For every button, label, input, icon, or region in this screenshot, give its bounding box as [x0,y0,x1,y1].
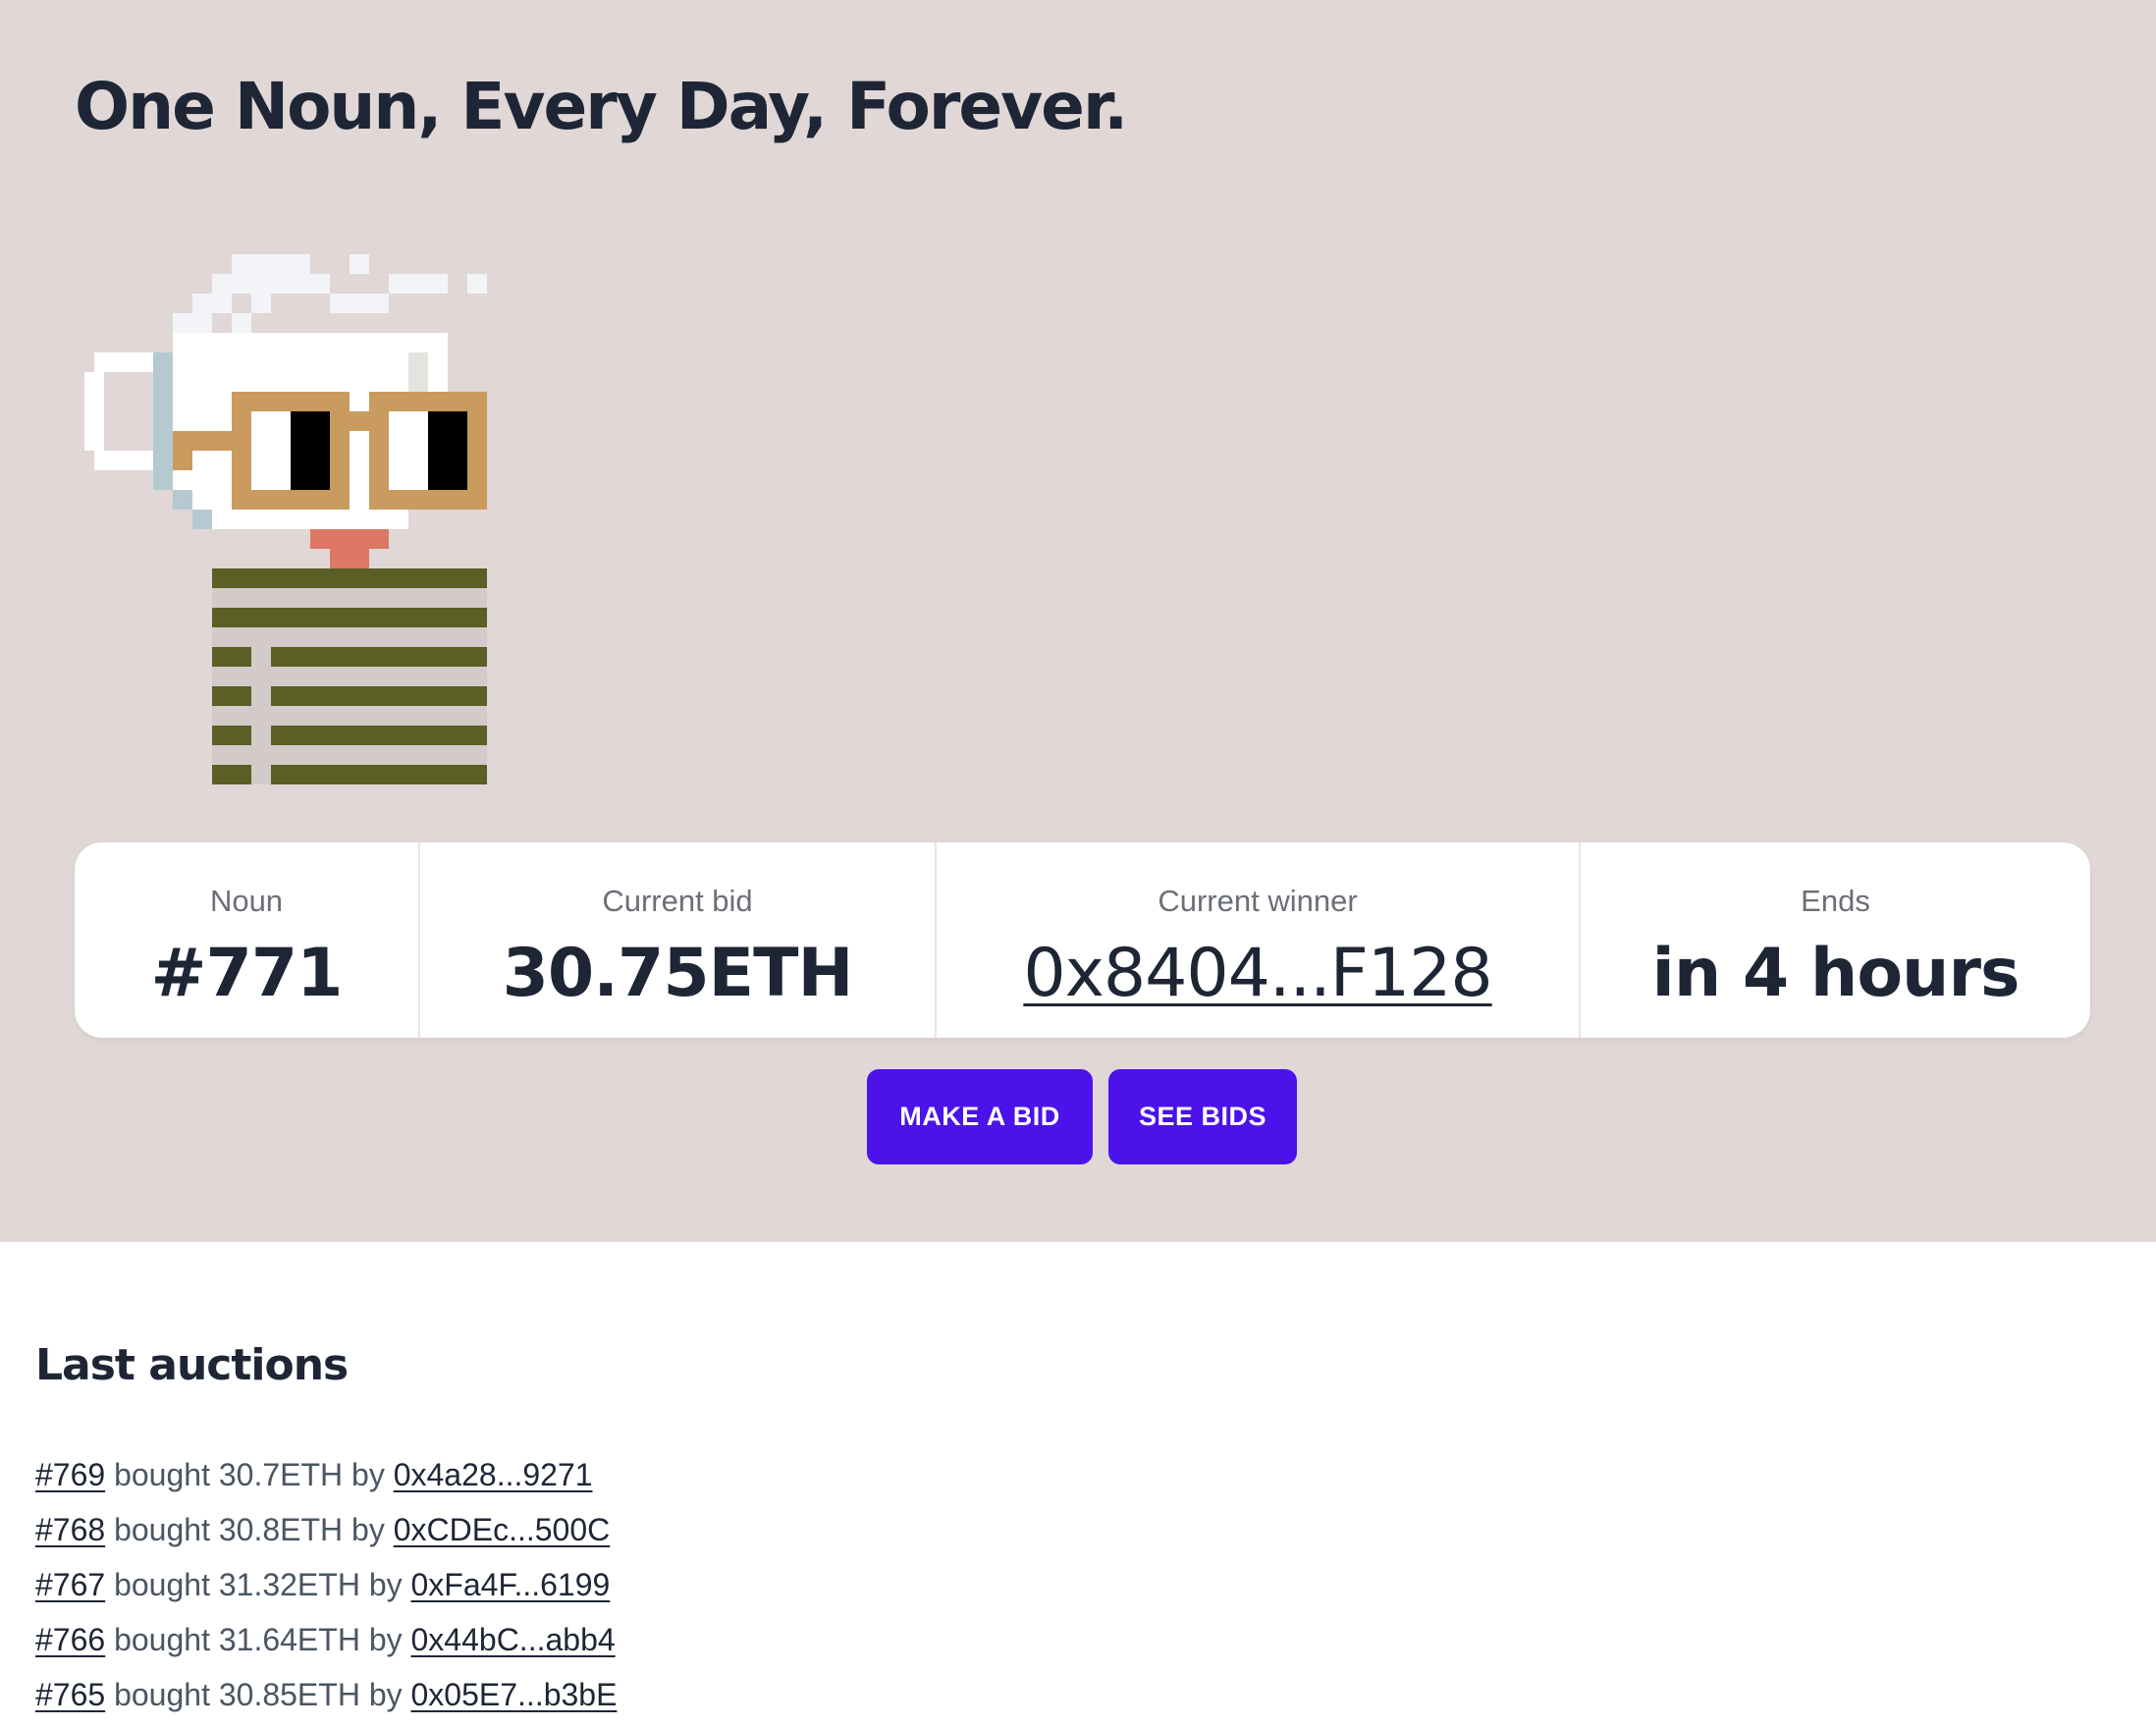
noun-image [75,215,703,843]
auction-text: bought 31.64ETH by [114,1622,403,1657]
ends-value: in 4 hours [1651,935,2021,1012]
current-winner-link[interactable]: 0x8404...F128 [1023,935,1492,1012]
steam-pixel [310,274,330,294]
noun-label: Noun [209,884,284,918]
auction-noun-link[interactable]: #765 [35,1677,105,1712]
auction-buyer-link[interactable]: 0x4a28...9271 [394,1457,593,1492]
striped-shirt [212,568,487,784]
current-winner-stat: Current winner 0x8404...F128 [935,842,1579,1038]
current-bid-stat: Current bid 30.75ETH [418,842,935,1038]
noun-stat: Noun #771 [75,842,418,1038]
auction-text: bought 30.85ETH by [114,1677,403,1712]
steam-pixel [192,294,232,313]
steam-pixel [330,294,389,313]
auction-buyer-link[interactable]: 0xCDEc...500C [394,1512,611,1547]
last-auctions-title: Last auctions [35,1340,349,1390]
page-title: One Noun, Every Day, Forever. [75,69,1128,144]
last-auctions-list: #769 bought 30.7ETH by 0x4a28...9271 #76… [35,1453,617,1728]
steam-pixels [173,254,487,333]
steam-pixel [232,313,251,333]
auction-text: bought 30.8ETH by [114,1512,385,1547]
ends-label: Ends [1801,884,1870,918]
auction-noun-link[interactable]: #766 [35,1622,105,1657]
hero-section: One Noun, Every Day, Forever. Noun #771 … [0,0,2156,1242]
shirt-stripe [212,608,487,627]
steam-pixel [232,254,310,274]
auction-item: #769 bought 30.7ETH by 0x4a28...9271 [35,1453,617,1508]
current-bid-value: 30.75ETH [502,935,854,1012]
auction-item: #767 bought 31.32ETH by 0xFa4F...6199 [35,1563,617,1618]
see-bids-button[interactable]: SEE BIDS [1108,1069,1297,1164]
steam-pixel [251,294,271,313]
pixel-noun-icon [84,254,487,784]
auction-item: #768 bought 30.8ETH by 0xCDEc...500C [35,1508,617,1563]
current-winner-label: Current winner [1158,884,1358,918]
tongue [310,529,389,568]
auction-noun-link[interactable]: #768 [35,1512,105,1547]
make-a-bid-button[interactable]: MAKE A BID [867,1069,1093,1164]
auction-text: bought 30.7ETH by [114,1457,385,1492]
auction-text: bought 31.32ETH by [114,1567,403,1602]
auction-item: #765 bought 30.85ETH by 0x05E7...b3bE [35,1673,617,1728]
steam-pixel [408,274,448,294]
auction-buyer-link[interactable]: 0x44bC...abb4 [411,1622,616,1657]
auction-noun-link[interactable]: #769 [35,1457,105,1492]
shirt-stripe [212,568,487,588]
current-bid-label: Current bid [602,884,753,918]
noun-number: #771 [150,935,344,1012]
ends-stat: Ends in 4 hours [1579,842,2090,1038]
auction-buyer-link[interactable]: 0xFa4F...6199 [411,1567,611,1602]
auction-buyer-link[interactable]: 0x05E7...b3bE [411,1677,618,1712]
steam-pixel [467,274,487,294]
steam-pixel [350,254,369,274]
auction-item: #766 bought 31.64ETH by 0x44bC...abb4 [35,1618,617,1673]
auction-stats-card: Noun #771 Current bid 30.75ETH Current w… [75,842,2090,1038]
steam-pixel [173,313,212,333]
auction-noun-link[interactable]: #767 [35,1567,105,1602]
shirt-arm-gap [251,647,271,784]
steam-pixel [389,274,408,294]
